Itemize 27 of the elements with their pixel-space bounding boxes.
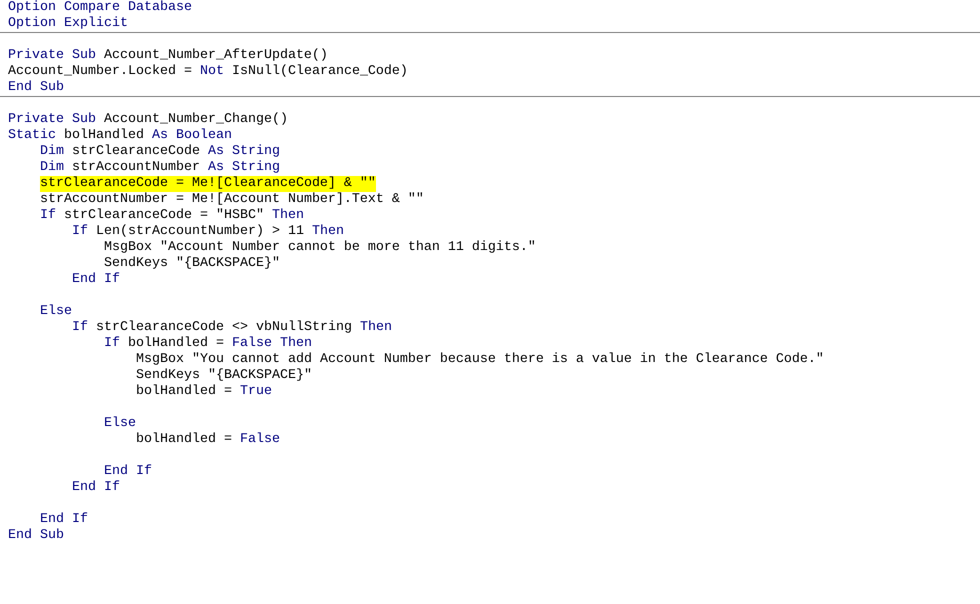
code-line: Else [40, 304, 72, 320]
code-line: bolHandled = True [136, 384, 272, 400]
code-line: If strClearanceCode <> vbNullString Then [72, 320, 392, 336]
code-line: End If [40, 512, 88, 528]
code-line: End If [104, 464, 152, 480]
code-line: SendKeys "{BACKSPACE}" [136, 368, 312, 384]
code-line: MsgBox "You cannot add Account Number because there is a value in the Clearance Code." [136, 352, 824, 368]
code-line: End If [72, 480, 120, 496]
code-line: strAccountNumber = Me![Account Number].Text & "" [40, 192, 424, 208]
code-line: Private Sub Account_Number_Change() [8, 112, 288, 128]
code-line: Option Explicit [8, 16, 128, 32]
code-line: MsgBox "Account Number cannot be more than 11 digits." [104, 240, 536, 256]
code-line: If strClearanceCode = "HSBC" Then [40, 208, 304, 224]
code-line: End If [72, 272, 120, 288]
code-line: Dim strAccountNumber As String [40, 160, 280, 176]
code-line: End Sub [8, 528, 64, 544]
code-line: bolHandled = False [136, 432, 280, 448]
code-line: Private Sub Account_Number_AfterUpdate() [8, 48, 328, 64]
code-line: If bolHandled = False Then [104, 336, 312, 352]
code-line: If Len(strAccountNumber) > 11 Then [72, 224, 344, 240]
code-line: Dim strClearanceCode As String [40, 144, 280, 160]
code-line: Account_Number.Locked = Not IsNull(Clearance_Code) [8, 64, 408, 80]
code-line: Else [104, 416, 136, 432]
code-line: End Sub [8, 80, 64, 96]
code-line: Option Compare Database [8, 0, 192, 16]
code-line: SendKeys "{BACKSPACE}" [104, 256, 280, 272]
code-line: Static bolHandled As Boolean [8, 128, 232, 144]
